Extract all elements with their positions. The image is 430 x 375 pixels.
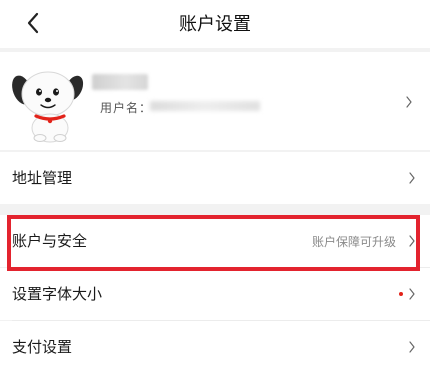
menu-item-label: 支付设置 [12,338,73,356]
chevron-right-icon [406,96,412,108]
page-title: 账户设置 [179,14,251,35]
blurred-username [150,101,260,111]
jd-dog-mascot-icon [12,71,84,143]
menu-item-account-security[interactable]: 账户与安全 账户保障可升级 [0,215,430,267]
avatar [8,62,90,144]
menu-item-label: 设置字体大小 [12,285,103,303]
menu-item-label: 账户与安全 [12,232,88,250]
chevron-right-icon [409,341,415,353]
chevron-right-icon [409,235,415,247]
top-nav-bar: 账户设置 [0,0,430,48]
menu-item-hint: 账户保障可升级 [311,235,396,249]
menu-item-payment[interactable]: 支付设置 [0,321,430,375]
profile-card[interactable]: 用户名： [0,52,430,150]
menu-item-address[interactable]: 地址管理 [0,152,430,204]
chevron-right-icon [409,172,415,184]
menu-item-label: 地址管理 [12,169,73,187]
menu-item-font-size[interactable]: 设置字体大小 [0,268,430,320]
notification-dot [399,292,403,296]
blurred-nickname [92,74,148,90]
username-label: 用户名： [100,101,153,115]
chevron-right-icon [409,288,415,300]
